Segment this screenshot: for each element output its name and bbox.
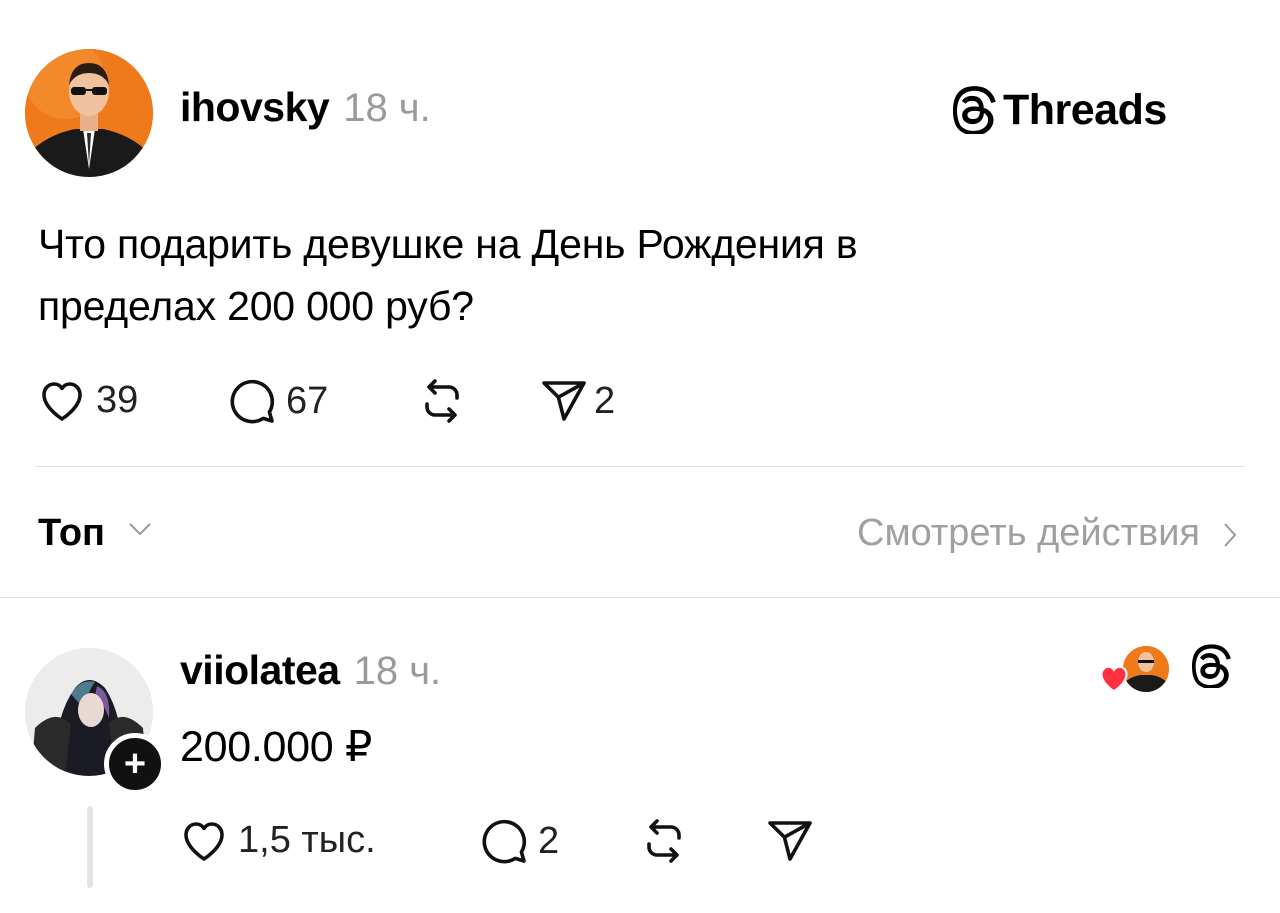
sort-dropdown-label[interactable]: Топ: [38, 512, 105, 555]
comment-icon: [228, 377, 276, 425]
share-icon: [766, 817, 814, 865]
post-text-line-2: пределах 200 000 руб?: [38, 283, 474, 329]
chevron-right-icon[interactable]: [1222, 521, 1238, 554]
reply-like-button[interactable]: 1,5 тыс.: [180, 817, 376, 863]
thread-connector-line: [87, 806, 93, 888]
view-activity-link[interactable]: Смотреть действия: [857, 512, 1200, 555]
post-share-button[interactable]: 2: [540, 377, 615, 425]
threads-logo-icon: [953, 86, 997, 134]
chevron-down-icon[interactable]: [128, 521, 152, 542]
reply-comment-button[interactable]: 2: [480, 817, 559, 865]
reply-comment-count: 2: [538, 819, 560, 862]
post-comment-count: 67: [286, 379, 329, 422]
post-share-count: 2: [594, 379, 616, 422]
post-time: 18 ч.: [343, 86, 431, 130]
author-username[interactable]: ihovsky: [180, 84, 330, 131]
comment-icon: [480, 817, 528, 865]
threads-brand: Threads: [953, 85, 1167, 135]
repost-icon: [418, 377, 466, 425]
liked-heart-icon: [1097, 662, 1131, 699]
reply-text: 200.000 ₽: [180, 723, 373, 771]
plus-icon: +: [123, 743, 147, 785]
sort-divider: [0, 597, 1280, 598]
post-divider: [35, 466, 1245, 467]
threads-logo-icon: [1192, 644, 1232, 693]
reply-like-count: 1,5 тыс.: [238, 818, 376, 861]
post-repost-button[interactable]: [418, 377, 466, 425]
post-text: Что подарить девушке на День Рождения в …: [38, 213, 1218, 337]
reply-repost-button[interactable]: [640, 817, 688, 865]
follow-plus-button[interactable]: +: [104, 733, 166, 795]
post-like-count: 39: [96, 378, 139, 421]
heart-icon: [38, 377, 86, 423]
share-icon: [540, 377, 588, 425]
reply-time: 18 ч.: [353, 649, 442, 693]
reply-share-button[interactable]: [766, 817, 814, 865]
post-like-button[interactable]: 39: [38, 377, 138, 423]
post-text-line-1: Что подарить девушке на День Рождения в: [38, 221, 858, 267]
heart-icon: [180, 817, 228, 863]
reply-author-username[interactable]: viiolatea: [180, 647, 340, 694]
threads-brand-name: Threads: [1003, 85, 1167, 134]
repost-icon: [640, 817, 688, 865]
post-comment-button[interactable]: 67: [228, 377, 328, 425]
author-avatar[interactable]: [25, 49, 153, 177]
